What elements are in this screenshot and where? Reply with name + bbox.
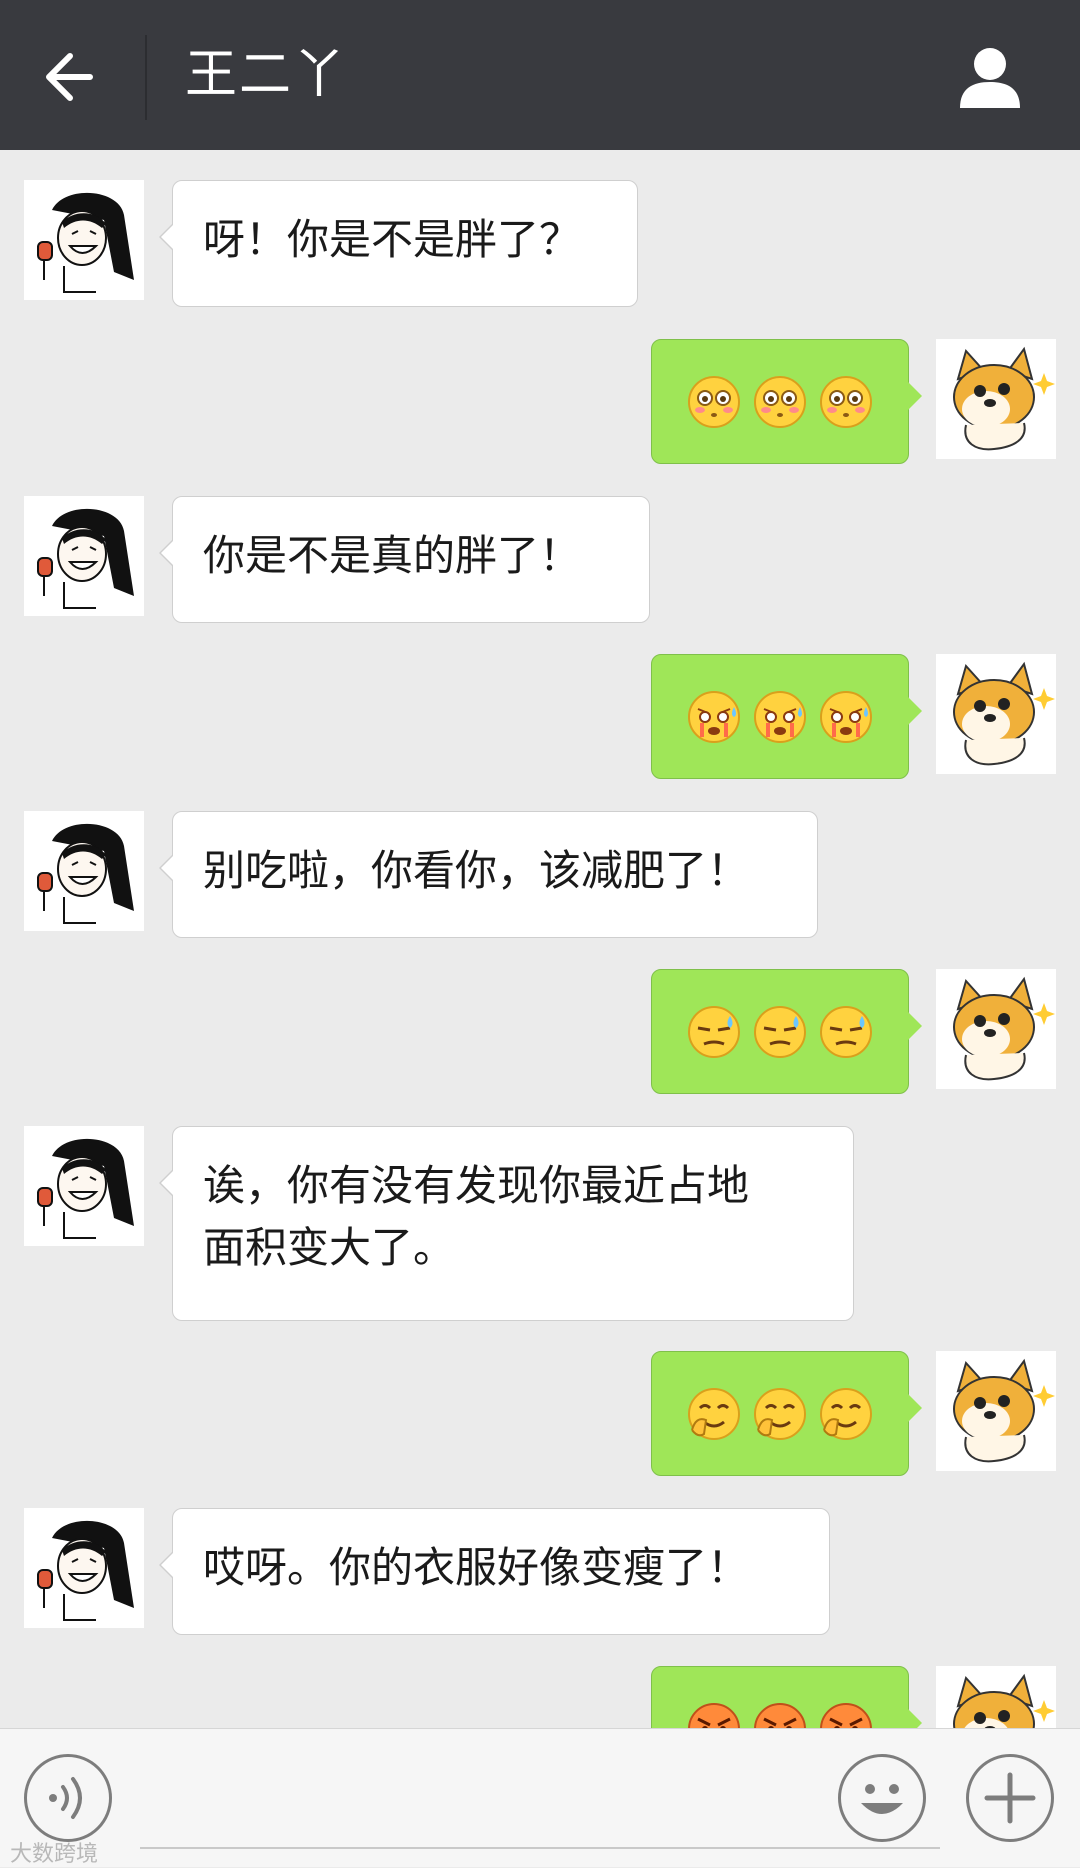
doge-avatar-icon: [936, 654, 1056, 774]
voice-button[interactable]: [24, 1754, 112, 1842]
friend-avatar[interactable]: [24, 811, 144, 931]
awkward-sweat-face-icon: [820, 1005, 872, 1058]
awkward-sweat-face-icon: [688, 1005, 740, 1058]
crying-face-icon: [688, 690, 740, 743]
awkward-sweat-face-icon: [754, 1005, 806, 1058]
arrow-left-icon: [46, 53, 93, 101]
flushed-face-icon: [754, 375, 806, 428]
doge-avatar-icon: [936, 1351, 1056, 1471]
doge-avatar-icon: [936, 969, 1056, 1089]
message-text-line: 面积变大了。: [203, 1223, 456, 1272]
friend-avatar[interactable]: [24, 1126, 144, 1246]
friend-avatar-icon: [24, 1126, 144, 1246]
message-text-line: 诶，你有没有发现你最近占地: [203, 1161, 750, 1210]
my-avatar[interactable]: [936, 339, 1056, 459]
contact-info-button[interactable]: [955, 42, 1025, 112]
chat-title: 王二丫: [185, 45, 348, 105]
shy-face-icon: [754, 1387, 806, 1440]
message-text: 哎呀。你的衣服好像变瘦了！: [203, 1543, 750, 1592]
sent-emoji-message[interactable]: [651, 969, 922, 1094]
friend-avatar[interactable]: [24, 496, 144, 616]
sent-emoji-message[interactable]: [651, 654, 922, 779]
friend-avatar-icon: [24, 1508, 144, 1628]
plus-icon: [984, 1772, 1036, 1824]
shy-face-icon: [820, 1387, 872, 1440]
message-text: 别吃啦，你看你，该减肥了！: [203, 846, 750, 895]
friend-avatar[interactable]: [24, 1508, 144, 1628]
doge-avatar-icon: [936, 339, 1056, 459]
message-input[interactable]: [140, 1847, 940, 1849]
received-message[interactable]: 呀！你是不是胖了？: [159, 180, 638, 307]
sent-emoji-message[interactable]: [651, 1351, 922, 1476]
my-avatar[interactable]: [936, 1351, 1056, 1471]
crying-face-icon: [754, 690, 806, 743]
person-icon: [960, 48, 1020, 108]
my-avatar[interactable]: [936, 654, 1056, 774]
received-message[interactable]: 别吃啦，你看你，该减肥了！: [159, 811, 818, 938]
received-message[interactable]: 你是不是真的胖了！: [159, 496, 650, 623]
crying-face-icon: [820, 690, 872, 743]
my-avatar[interactable]: [936, 969, 1056, 1089]
friend-avatar-icon: [24, 496, 144, 616]
smiley-icon: [861, 1784, 903, 1814]
received-message[interactable]: 诶，你有没有发现你最近占地 面积变大了。: [159, 1126, 854, 1321]
emoji-button[interactable]: [838, 1754, 926, 1842]
sent-emoji-message[interactable]: [651, 339, 922, 464]
shy-face-icon: [688, 1387, 740, 1440]
friend-avatar[interactable]: [24, 180, 144, 300]
flushed-face-icon: [688, 375, 740, 428]
more-button[interactable]: [966, 1754, 1054, 1842]
top-bar: 王二丫: [0, 0, 1080, 150]
friend-avatar-icon: [24, 811, 144, 931]
message-text: 呀！你是不是胖了？: [203, 215, 582, 264]
friend-avatar-icon: [24, 180, 144, 300]
voice-icon: [49, 1777, 82, 1819]
flushed-face-icon: [820, 375, 872, 428]
input-bar: [0, 1728, 1080, 1867]
message-text: 你是不是真的胖了！: [203, 531, 582, 580]
received-message[interactable]: 哎呀。你的衣服好像变瘦了！: [159, 1508, 830, 1635]
watermark: 大数跨境: [10, 1842, 99, 1867]
back-button[interactable]: [40, 42, 110, 112]
header-divider: [145, 35, 147, 120]
